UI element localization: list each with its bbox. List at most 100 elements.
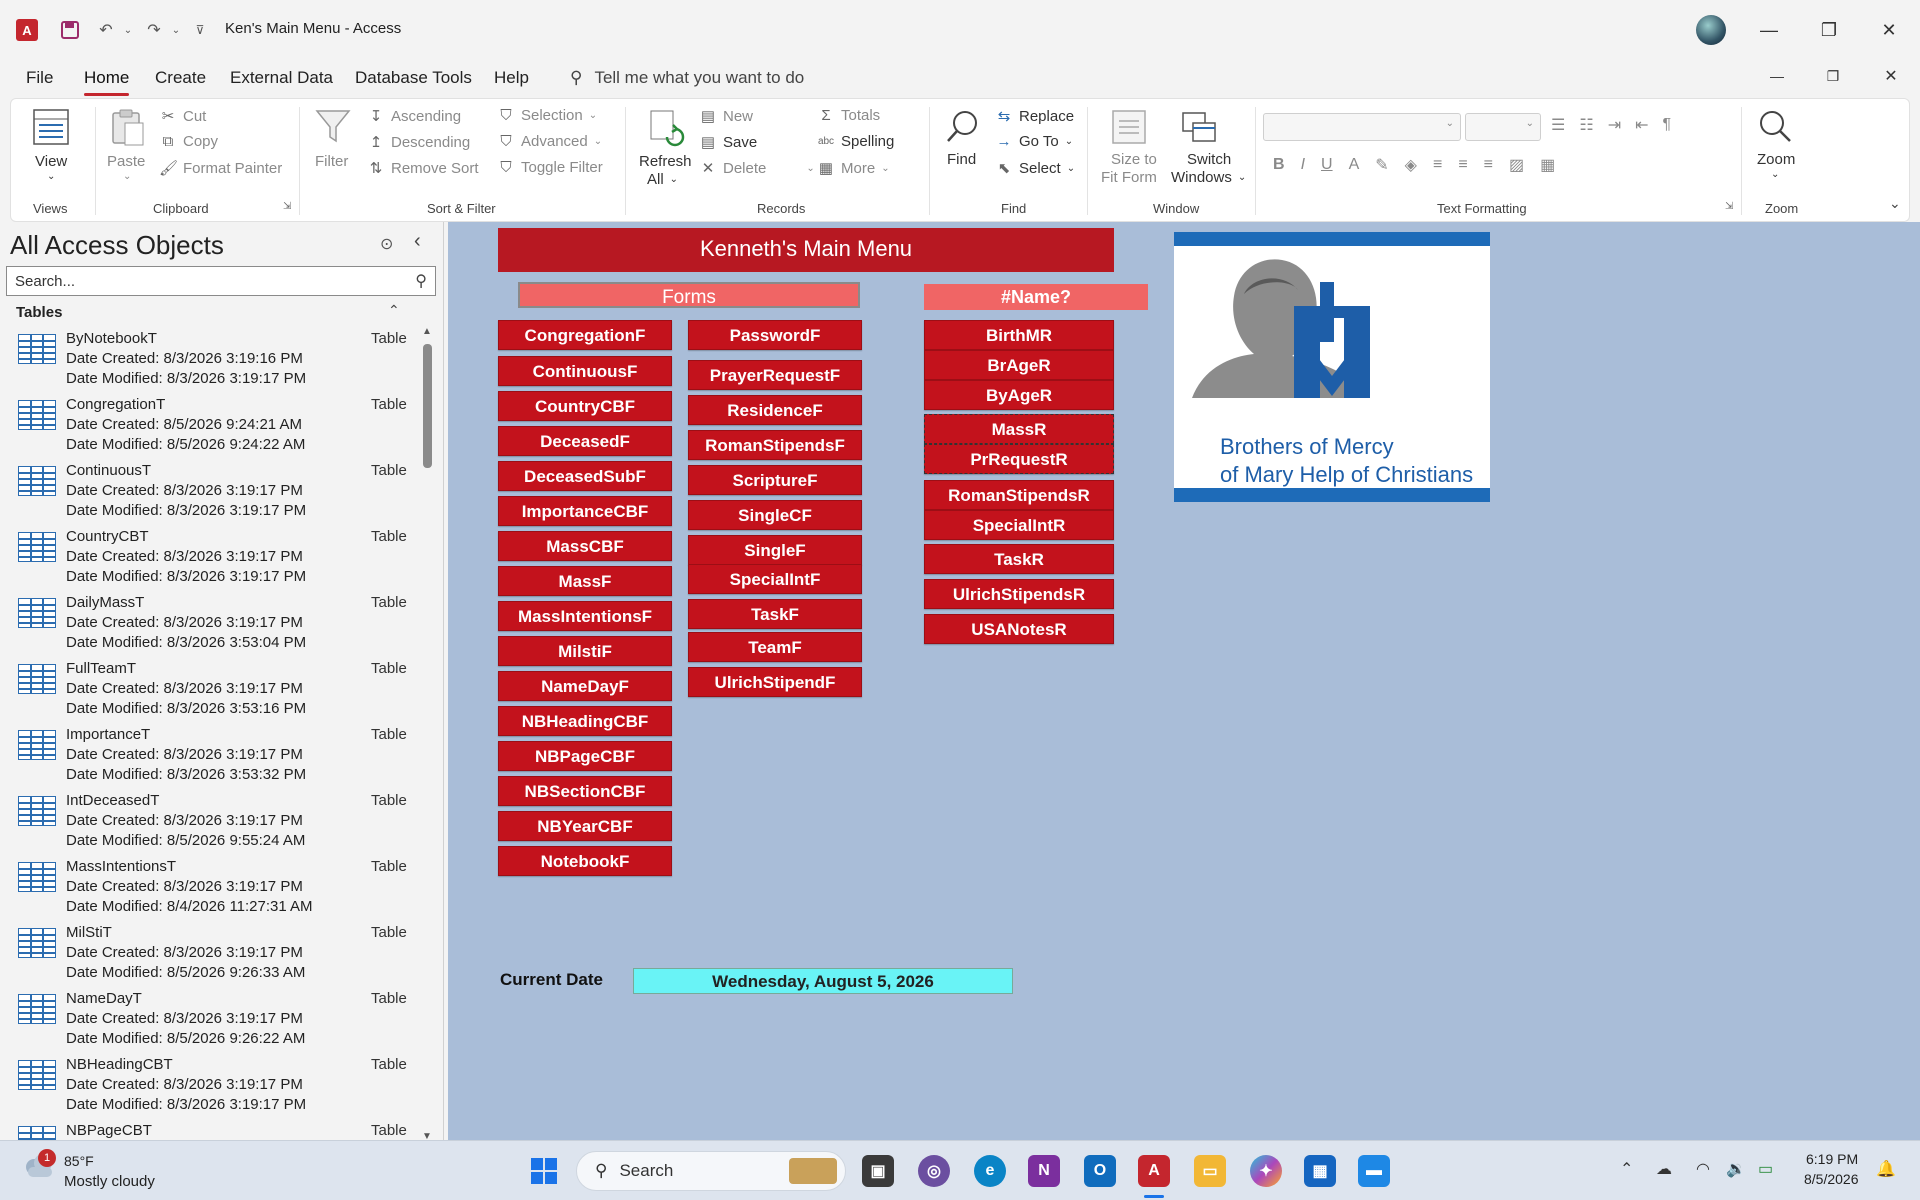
report-button[interactable]: BirthMR: [924, 320, 1114, 350]
report-button[interactable]: TaskR: [924, 544, 1114, 574]
font-color-icon[interactable]: A: [1349, 156, 1360, 174]
form-button[interactable]: ResidenceF: [688, 395, 862, 425]
access-taskbar-icon[interactable]: A: [1138, 1155, 1170, 1187]
spelling-button[interactable]: abc Spelling: [817, 133, 894, 150]
nav-item[interactable]: MassIntentionsT Table Date Created: 8/3/20…: [0, 856, 420, 922]
filter-button[interactable]: Filter: [315, 153, 348, 170]
windows-start-icon[interactable]: [528, 1155, 560, 1187]
italic-icon[interactable]: I: [1301, 156, 1305, 174]
switch-windows-button[interactable]: Windows ⌄: [1171, 169, 1246, 186]
form-button[interactable]: TaskF: [688, 599, 862, 629]
select-button[interactable]: ⬉ Select ⌄: [995, 159, 1075, 178]
form-button[interactable]: ImportanceCBF: [498, 496, 672, 526]
file-explorer-icon[interactable]: ▭: [1194, 1155, 1226, 1187]
view-button[interactable]: View: [35, 153, 67, 170]
shutter-bar-close-icon[interactable]: ‹: [414, 230, 421, 253]
scroll-down-icon[interactable]: ▼: [422, 1131, 432, 1140]
find-button[interactable]: Find: [947, 151, 976, 168]
tab-home[interactable]: Home: [84, 68, 130, 96]
current-date-field[interactable]: Wednesday, August 5, 2026: [633, 968, 1013, 994]
nav-item[interactable]: ByNotebookT Table Date Created: 8/3/2026 3…: [0, 328, 420, 394]
form-button[interactable]: CongregationF: [498, 320, 672, 350]
form-button[interactable]: DeceasedF: [498, 426, 672, 456]
nav-scroll-thumb[interactable]: [423, 344, 432, 468]
alternate-row-color-icon[interactable]: ▨: [1509, 155, 1524, 175]
form-button[interactable]: NBYearCBF: [498, 811, 672, 841]
remove-sort-button[interactable]: ⇅ Remove Sort: [367, 159, 479, 178]
m365-copilot-icon[interactable]: ✦: [1250, 1155, 1282, 1187]
clock-date[interactable]: 8/5/2026: [1804, 1171, 1859, 1187]
scroll-up-icon[interactable]: ▲: [422, 326, 432, 337]
redo-dropdown-icon[interactable]: ⌄: [164, 18, 188, 42]
report-button[interactable]: USANotesR: [924, 614, 1114, 644]
form-button[interactable]: PrayerRequestF: [688, 360, 862, 390]
user-avatar[interactable]: [1696, 15, 1726, 45]
tab-create[interactable]: Create: [155, 68, 206, 88]
font-name-combo[interactable]: ⌄: [1263, 113, 1461, 141]
nav-item[interactable]: IntDeceasedT Table Date Created: 8/3/2026 …: [0, 790, 420, 856]
form-button[interactable]: NotebookF: [498, 846, 672, 876]
text-formatting-launcher-icon[interactable]: ⇲: [1725, 201, 1733, 212]
tab-help[interactable]: Help: [494, 68, 529, 88]
undo-dropdown-icon[interactable]: ⌄: [116, 18, 140, 42]
wifi-icon[interactable]: ◠: [1696, 1159, 1710, 1179]
form-button[interactable]: MassIntentionsF: [498, 601, 672, 631]
align-left-icon[interactable]: ≡: [1433, 156, 1442, 174]
form-button[interactable]: NBSectionCBF: [498, 776, 672, 806]
switch-windows-icon[interactable]: [1179, 107, 1219, 147]
doc-minimize-icon[interactable]: —: [1752, 58, 1802, 94]
goto-button[interactable]: → Go To ⌄: [995, 133, 1074, 150]
format-painter-button[interactable]: 🖌 Format Painter: [159, 159, 282, 178]
totals-button[interactable]: Σ Totals: [817, 107, 880, 124]
increase-indent-icon[interactable]: ⇥: [1608, 115, 1621, 135]
size-to-fit-icon[interactable]: [1109, 107, 1149, 147]
switch-windows-line1[interactable]: Switch: [1187, 151, 1231, 168]
form-button[interactable]: MassCBF: [498, 531, 672, 561]
restore-icon[interactable]: ❐: [1804, 12, 1854, 48]
delete-record-button[interactable]: ✕ Delete ⌄: [699, 159, 815, 178]
report-button[interactable]: RomanStipendsR: [924, 480, 1114, 510]
view-icon[interactable]: [31, 107, 71, 147]
report-button[interactable]: ByAgeR: [924, 380, 1114, 410]
refresh-icon[interactable]: [645, 107, 685, 147]
replace-button[interactable]: ⇆ Replace: [995, 107, 1074, 126]
paste-icon[interactable]: [107, 107, 147, 147]
ascending-button[interactable]: ↧ Ascending: [367, 107, 461, 126]
edge-icon[interactable]: e: [974, 1155, 1006, 1187]
nav-item[interactable]: NBHeadingCBT Table Date Created: 8/3/2026 …: [0, 1054, 420, 1120]
highlight-icon[interactable]: ✎: [1375, 155, 1388, 175]
refresh-button[interactable]: Refresh: [639, 153, 692, 170]
outlook-icon[interactable]: O: [1084, 1155, 1116, 1187]
new-record-button[interactable]: ▤ New: [699, 107, 753, 126]
size-to-fit-line2[interactable]: Fit Form: [1101, 169, 1157, 186]
paragraph-direction-icon[interactable]: ¶: [1663, 116, 1672, 134]
nav-item[interactable]: DailyMassT Table Date Created: 8/3/2026 3:…: [0, 592, 420, 658]
font-size-combo[interactable]: ⌄: [1465, 113, 1541, 141]
tell-me-search[interactable]: ⚲ Tell me what you want to do: [570, 68, 804, 88]
clipboard-launcher-icon[interactable]: ⇲: [283, 201, 291, 212]
copy-button[interactable]: ⧉ Copy: [159, 133, 218, 150]
advanced-button[interactable]: ⛉ Advanced ⌄: [497, 133, 602, 150]
bullets-icon[interactable]: ☰: [1551, 115, 1565, 135]
onedrive-sync-icon[interactable]: ☁: [1656, 1159, 1672, 1179]
save-icon[interactable]: [58, 18, 82, 42]
refresh-all-button[interactable]: All ⌄: [647, 171, 678, 188]
fill-color-icon[interactable]: ◈: [1405, 155, 1417, 175]
nav-item[interactable]: ContinuousT Table Date Created: 8/3/2026 3…: [0, 460, 420, 526]
more-button[interactable]: ▦ More ⌄: [817, 159, 890, 178]
report-button[interactable]: BrAgeR: [924, 350, 1114, 380]
form-button[interactable]: RomanStipendsF: [688, 430, 862, 460]
form-button[interactable]: TeamF: [688, 632, 862, 662]
size-to-fit-line1[interactable]: Size to: [1111, 151, 1157, 168]
save-record-button[interactable]: ▤ Save: [699, 133, 757, 152]
nav-item[interactable]: ImportanceT Table Date Created: 8/3/2026 3…: [0, 724, 420, 790]
nav-item[interactable]: CountryCBT Table Date Created: 8/3/2026 3:…: [0, 526, 420, 592]
remote-desktop-icon[interactable]: ▬: [1358, 1155, 1390, 1187]
form-button[interactable]: ContinuousF: [498, 356, 672, 386]
onenote-icon[interactable]: N: [1028, 1155, 1060, 1187]
form-button[interactable]: SingleF: [688, 535, 862, 565]
nav-section-tables[interactable]: Tables: [16, 304, 62, 321]
descending-button[interactable]: ↥ Descending: [367, 133, 471, 152]
tab-database-tools[interactable]: Database Tools: [355, 68, 472, 88]
form-button[interactable]: ScriptureF: [688, 465, 862, 495]
